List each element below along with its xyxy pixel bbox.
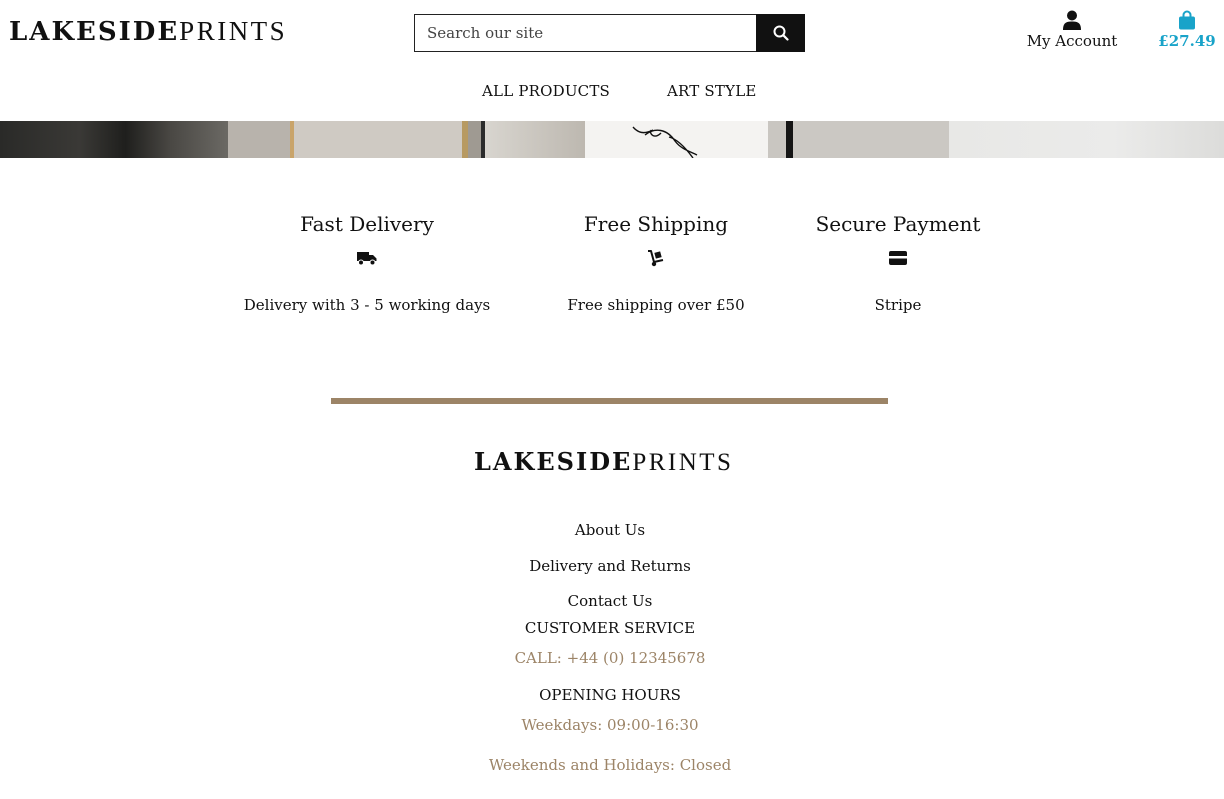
footer-logo-thin-text: PRINTS (632, 449, 734, 476)
logo-thin-text: PRINTS (179, 16, 288, 46)
weekend-hours: Weekends and Holidays: Closed (488, 756, 732, 774)
footer-link-delivery-returns[interactable]: Delivery and Returns (0, 557, 1220, 575)
footer-logo[interactable]: LAKESIDEPRINTS (474, 447, 734, 476)
nav-all-products[interactable]: ALL PRODUCTS (482, 82, 610, 100)
hero-image-strip (0, 121, 1224, 158)
site-logo[interactable]: LAKESIDEPRINTS (9, 16, 288, 47)
shopping-bag-icon (1179, 10, 1195, 30)
search-bar (414, 14, 805, 52)
logo-bold-text: LAKESIDE (9, 17, 180, 47)
my-account-label: My Account (1026, 32, 1118, 50)
dolly-icon (648, 250, 664, 267)
user-icon (1063, 10, 1081, 30)
footer-link-contact-us[interactable]: Contact Us (0, 592, 1220, 610)
feature-title: Free Shipping (583, 212, 729, 236)
my-account-link[interactable]: My Account (1022, 10, 1122, 50)
line-art-figure (632, 126, 698, 158)
main-nav: ALL PRODUCTS ART STYLE (0, 82, 1224, 106)
customer-service-heading: CUSTOMER SERVICE (524, 619, 696, 637)
feature-description: Free shipping over £50 (567, 296, 745, 314)
opening-hours-heading: OPENING HOURS (539, 686, 681, 704)
cart-link[interactable]: £27.49 (1156, 10, 1218, 50)
feature-free-shipping: Free Shipping Free shipping over £50 (541, 212, 771, 314)
feature-description: Stripe (874, 296, 922, 314)
search-button[interactable] (756, 14, 805, 52)
feature-fast-delivery: Fast Delivery Delivery with 3 - 5 workin… (232, 212, 502, 314)
feature-secure-payment: Secure Payment Stripe (798, 212, 998, 314)
search-input[interactable] (414, 14, 756, 52)
truck-icon (357, 252, 377, 266)
search-icon (773, 25, 789, 41)
site-header: LAKESIDEPRINTS My Account £27.49 ALL PRO… (0, 0, 1224, 121)
cart-total: £27.49 (1158, 32, 1216, 50)
footer-link-about-us[interactable]: About Us (0, 521, 1220, 539)
footer-divider (331, 398, 888, 404)
weekday-hours: Weekdays: 09:00-16:30 (521, 716, 699, 734)
phone-number-link[interactable]: CALL: +44 (0) 12345678 (0, 649, 1220, 667)
nav-art-style[interactable]: ART STYLE (667, 82, 757, 100)
footer-logo-bold-text: LAKESIDE (474, 447, 633, 476)
feature-title: Fast Delivery (300, 212, 434, 236)
credit-card-icon (889, 251, 907, 265)
feature-description: Delivery with 3 - 5 working days (243, 296, 491, 314)
feature-title: Secure Payment (815, 212, 981, 236)
